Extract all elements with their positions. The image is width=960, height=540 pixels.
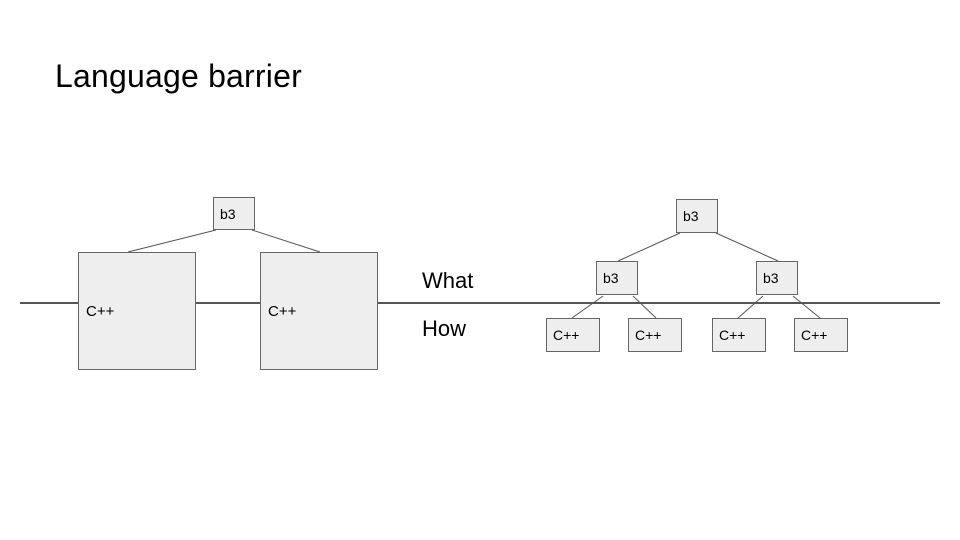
- right-leaf-box-0: C++: [546, 318, 600, 352]
- right-leaf-box-2: C++: [712, 318, 766, 352]
- label-what: What: [422, 268, 473, 294]
- left-child-box-1: C++: [260, 252, 378, 370]
- left-child-box-0: C++: [78, 252, 196, 370]
- label-how: How: [422, 316, 466, 342]
- right-leaf-box-1: C++: [628, 318, 682, 352]
- right-root-box: b3: [676, 199, 718, 233]
- slide-title: Language barrier: [55, 58, 302, 95]
- right-mid-box-0: b3: [596, 261, 638, 295]
- right-mid-box-1: b3: [756, 261, 798, 295]
- left-root-box: b3: [213, 197, 255, 230]
- right-leaf-box-3: C++: [794, 318, 848, 352]
- slide: Language barrier What How b3 C++ C++ b3 …: [0, 0, 960, 540]
